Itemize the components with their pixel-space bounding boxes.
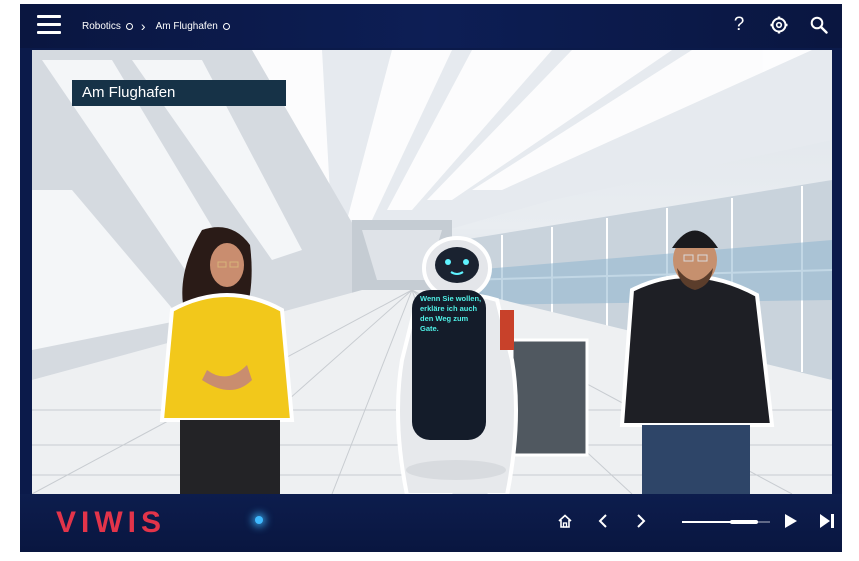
skip-end-icon bbox=[820, 514, 834, 528]
player-controls bbox=[552, 506, 842, 536]
settings-button[interactable] bbox=[768, 13, 790, 37]
chevron-right-icon bbox=[637, 514, 646, 528]
scene-title: Am Flughafen bbox=[72, 80, 286, 106]
help-icon: ? bbox=[733, 14, 745, 35]
progress-slider[interactable] bbox=[682, 520, 770, 524]
skip-to-end-button[interactable] bbox=[814, 506, 840, 536]
progress-knob[interactable] bbox=[729, 520, 758, 524]
home-icon bbox=[558, 514, 572, 528]
breadcrumb-item-am-flughafen[interactable]: Am Flughafen bbox=[156, 21, 218, 32]
chevron-left-icon bbox=[598, 514, 607, 528]
play-button[interactable] bbox=[778, 506, 804, 536]
progress-dot-icon bbox=[222, 22, 230, 30]
breadcrumb: Robotics › Am Flughafen bbox=[82, 18, 236, 34]
home-button[interactable] bbox=[552, 506, 578, 536]
menu-icon[interactable] bbox=[37, 15, 61, 35]
airport-hall-illustration bbox=[32, 50, 832, 494]
settings-icon bbox=[770, 16, 788, 34]
bottom-bar: VIWIS bbox=[20, 494, 842, 552]
top-bar: Robotics › Am Flughafen ? bbox=[20, 4, 842, 48]
progress-dot-icon bbox=[125, 22, 133, 30]
glow-dot-decoration bbox=[255, 516, 263, 524]
search-button[interactable] bbox=[808, 13, 830, 37]
search-icon bbox=[810, 16, 828, 34]
viwis-logo: VIWIS bbox=[56, 506, 167, 539]
chevron-right-icon: › bbox=[140, 18, 146, 34]
app-frame: Robotics › Am Flughafen ? Am Flughafen W… bbox=[20, 4, 842, 552]
top-actions: ? bbox=[728, 13, 830, 37]
next-button[interactable] bbox=[628, 506, 654, 536]
play-icon bbox=[785, 514, 797, 528]
robot-speech-text: Wenn Sie wollen, erkläre ich auch den We… bbox=[420, 294, 482, 333]
help-button[interactable]: ? bbox=[728, 13, 750, 37]
breadcrumb-item-robotics[interactable]: Robotics bbox=[82, 21, 121, 32]
scene-viewport: Am Flughafen Wenn Sie wollen, erkläre ic… bbox=[32, 50, 832, 494]
previous-button[interactable] bbox=[590, 506, 616, 536]
